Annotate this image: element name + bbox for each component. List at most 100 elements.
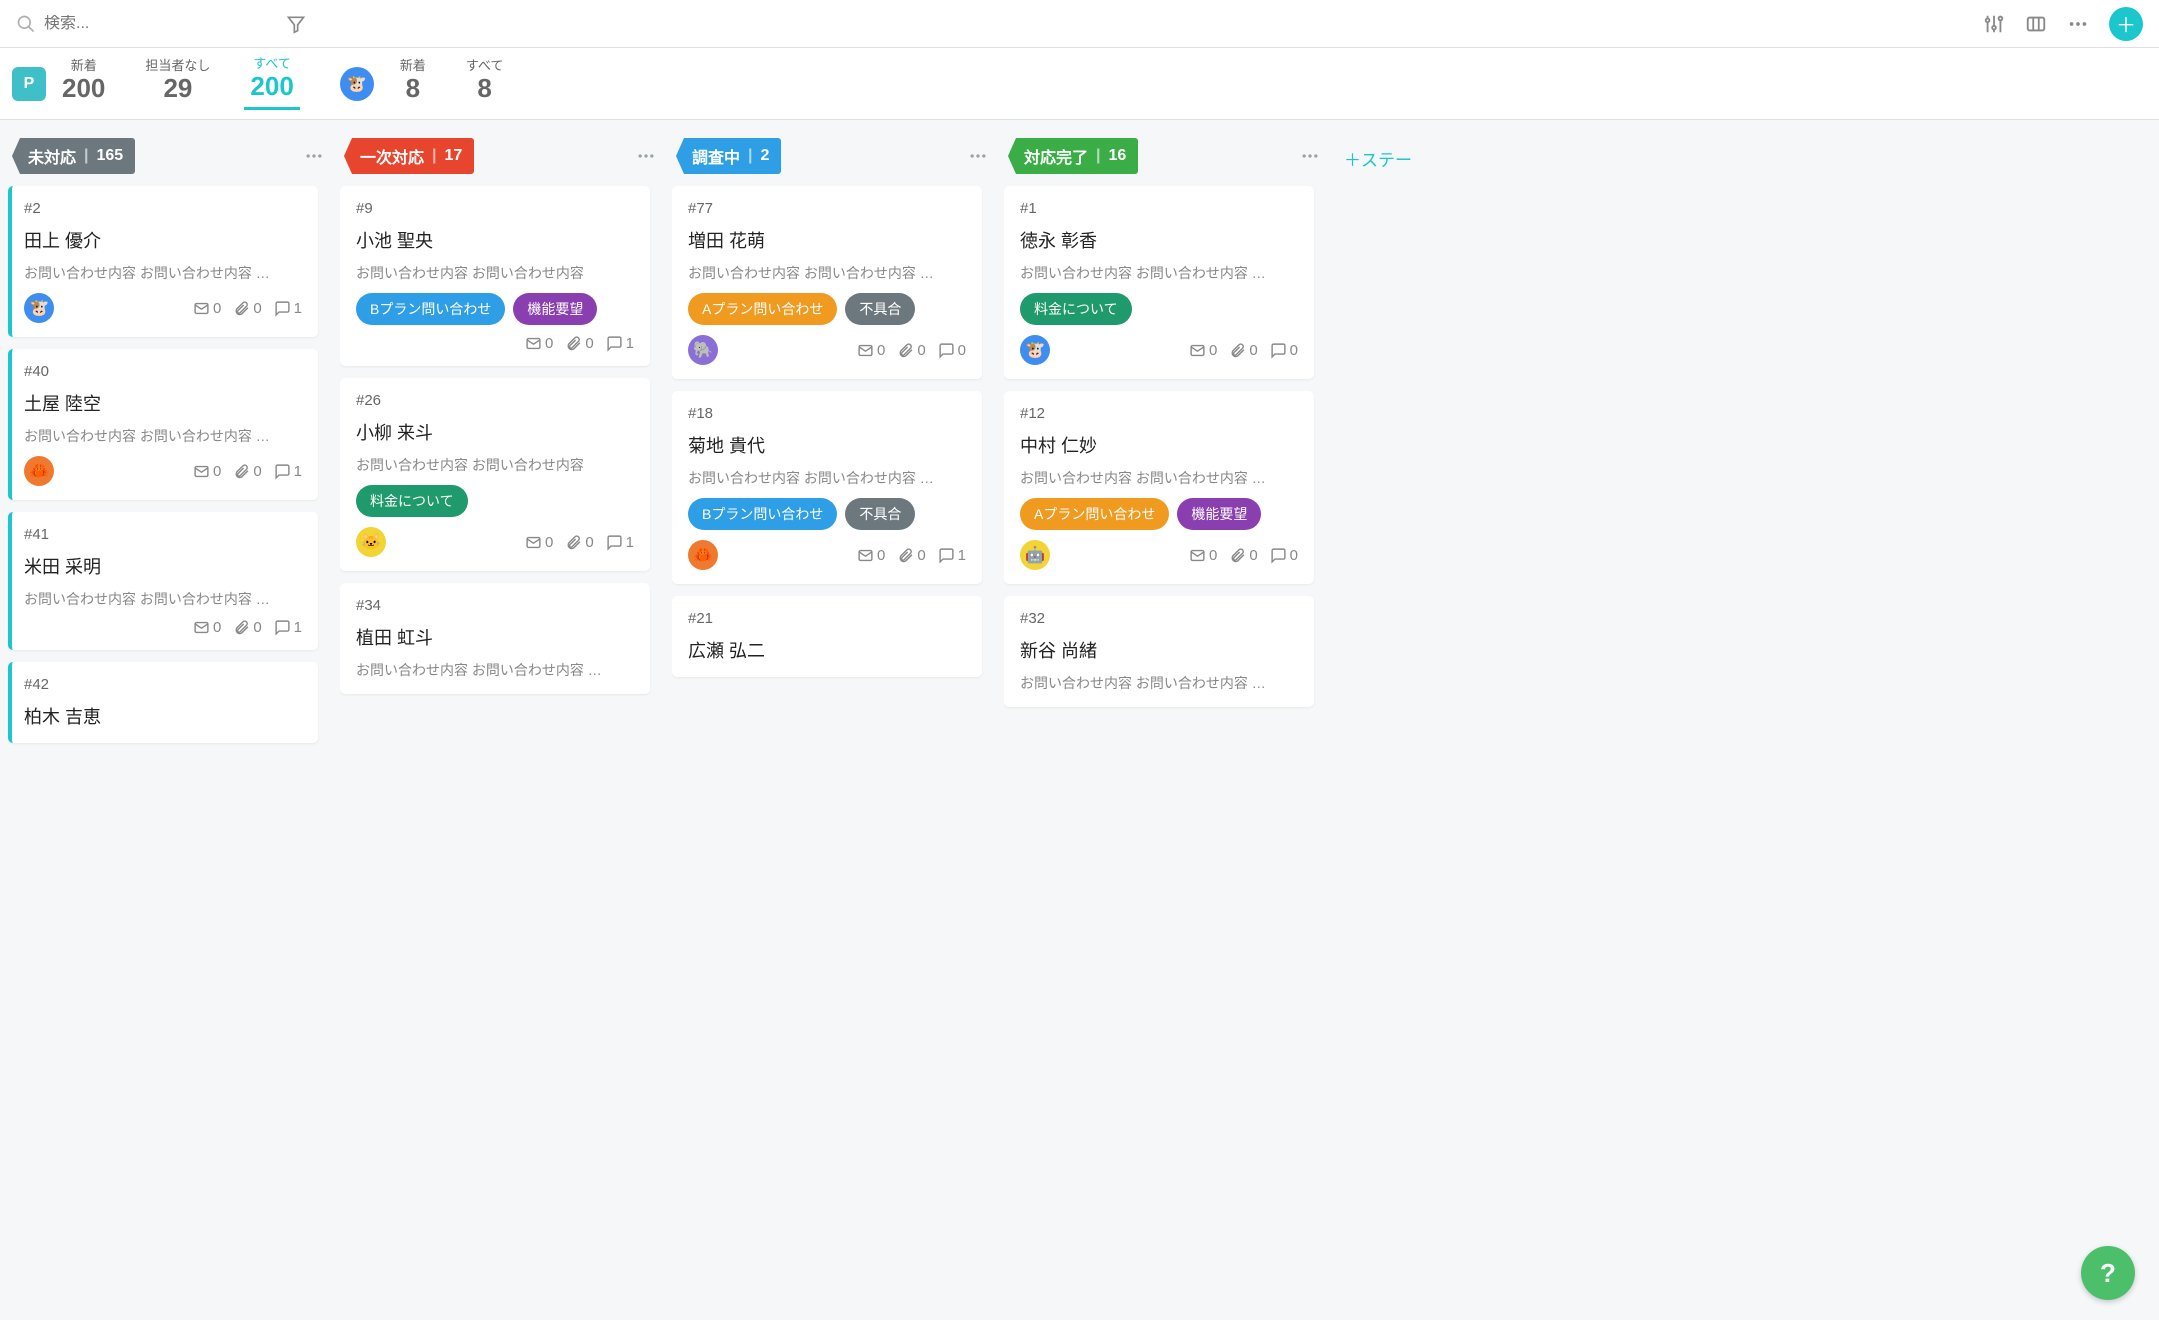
filter-tab[interactable]: すべて200 <box>244 53 299 110</box>
search-box[interactable] <box>16 14 256 34</box>
comment-icon <box>606 335 623 352</box>
attachment-count: 0 <box>565 534 593 551</box>
search-input[interactable] <box>44 15 224 33</box>
attachment-count: 0 <box>1229 547 1257 564</box>
topbar-actions: ＋ <box>1983 7 2143 41</box>
filter-tab[interactable]: すべて8 <box>460 55 510 109</box>
ticket-card[interactable]: #42柏木 吉恵 <box>8 662 318 743</box>
assignee-avatar[interactable]: 🐘 <box>688 335 718 365</box>
ticket-card[interactable]: #21広瀬 弘二 <box>672 596 982 677</box>
filter-tabs-bar: P 新着200 担当者なし29 すべて200 🐮 新着8 すべて8 <box>0 48 2159 120</box>
ticket-card[interactable]: #77増田 花萌お問い合わせ内容 お問い合わせ内容 …Aプラン問い合わせ不具合🐘… <box>672 186 982 379</box>
ticket-desc: お問い合わせ内容 お問い合わせ内容 … <box>688 468 966 488</box>
tag-chip[interactable]: Aプラン問い合わせ <box>1020 498 1169 530</box>
tab-label: 担当者なし <box>145 55 210 74</box>
card-stats: 001 <box>525 335 634 352</box>
sliders-icon[interactable] <box>1983 13 2005 35</box>
comment-count: 1 <box>606 534 634 551</box>
comment-count: 1 <box>274 619 302 636</box>
card-footer: 🐮 001 <box>24 293 302 323</box>
card-footer: 🐱001 <box>356 527 634 557</box>
tag-chip[interactable]: 料金について <box>356 485 468 517</box>
filter-tab[interactable]: 新着8 <box>394 55 432 109</box>
ticket-title: 菊地 貴代 <box>688 432 966 458</box>
stage-badge[interactable]: 一次対応|17 <box>344 138 474 174</box>
more-icon[interactable] <box>2067 13 2089 35</box>
column-menu-icon[interactable] <box>968 146 988 166</box>
tag-chip[interactable]: 不具合 <box>845 498 915 530</box>
ticket-card[interactable]: #26小柳 来斗お問い合わせ内容 お問い合わせ内容料金について🐱001 <box>340 378 650 571</box>
add-button[interactable]: ＋ <box>2109 7 2143 41</box>
column-header: 対応完了|16 <box>1004 132 1324 186</box>
attachment-icon <box>565 335 582 352</box>
ticket-card[interactable]: #18菊地 貴代お問い合わせ内容 お問い合わせ内容 …Bプラン問い合わせ不具合🦀… <box>672 391 982 584</box>
ticket-id: #21 <box>688 610 966 627</box>
mail-count: 0 <box>525 534 553 551</box>
ticket-desc: お問い合わせ内容 お問い合わせ内容 … <box>1020 468 1298 488</box>
ticket-card[interactable]: #9小池 聖央お問い合わせ内容 お問い合わせ内容Bプラン問い合わせ機能要望001 <box>340 186 650 366</box>
add-stage-button[interactable]: ＋ステー <box>1336 132 1420 1308</box>
ticket-desc: お問い合わせ内容 お問い合わせ内容 … <box>1020 263 1298 283</box>
attachment-count: 0 <box>233 300 261 317</box>
mail-icon <box>857 547 874 564</box>
ticket-card[interactable]: #40土屋 陸空お問い合わせ内容 お問い合わせ内容 …🦀001 <box>8 349 318 500</box>
tag-chip[interactable]: Bプラン問い合わせ <box>688 498 837 530</box>
assignee-avatar[interactable]: 🤖 <box>1020 540 1050 570</box>
assignee-avatar[interactable]: 🦀 <box>688 540 718 570</box>
attachment-icon <box>233 619 250 636</box>
help-button[interactable]: ? <box>2081 1246 2135 1300</box>
ticket-card[interactable]: #32新谷 尚緒お問い合わせ内容 お問い合わせ内容 … <box>1004 596 1314 707</box>
filter-tab[interactable]: 担当者なし29 <box>139 55 216 109</box>
assignee-avatar[interactable]: 🦀 <box>24 456 54 486</box>
card-stats: 001 <box>193 300 302 317</box>
kanban-board[interactable]: 未対応|165#2田上 優介お問い合わせ内容 お問い合わせ内容 …🐮001#40… <box>0 120 2159 1320</box>
filter-icon[interactable] <box>286 14 306 34</box>
board-view-icon[interactable] <box>2025 13 2047 35</box>
card-list[interactable]: #77増田 花萌お問い合わせ内容 お問い合わせ内容 …Aプラン問い合わせ不具合🐘… <box>672 186 992 697</box>
card-list[interactable]: #1徳永 彰香お問い合わせ内容 お問い合わせ内容 …料金について🐮000#12中… <box>1004 186 1324 727</box>
tag-list: Aプラン問い合わせ不具合 <box>688 293 966 325</box>
ticket-title: 小柳 来斗 <box>356 419 634 445</box>
ticket-title: 植田 虹斗 <box>356 624 634 650</box>
assignee-avatar[interactable]: 🐮 <box>24 293 54 323</box>
ticket-id: #2 <box>24 200 302 217</box>
tabgroup-icon[interactable]: P <box>12 67 46 101</box>
tag-list: Aプラン問い合わせ機能要望 <box>1020 498 1298 530</box>
comment-icon <box>274 300 291 317</box>
stage-badge[interactable]: 未対応|165 <box>12 138 135 174</box>
card-stats: 000 <box>1189 547 1298 564</box>
ticket-card[interactable]: #12中村 仁妙お問い合わせ内容 お問い合わせ内容 …Aプラン問い合わせ機能要望… <box>1004 391 1314 584</box>
ticket-card[interactable]: #1徳永 彰香お問い合わせ内容 お問い合わせ内容 …料金について🐮000 <box>1004 186 1314 379</box>
card-list[interactable]: #9小池 聖央お問い合わせ内容 お問い合わせ内容Bプラン問い合わせ機能要望001… <box>340 186 660 714</box>
tag-chip[interactable]: Bプラン問い合わせ <box>356 293 505 325</box>
tag-chip[interactable]: 料金について <box>1020 293 1132 325</box>
ticket-title: 増田 花萌 <box>688 227 966 253</box>
card-list[interactable]: #2田上 優介お問い合わせ内容 お問い合わせ内容 …🐮001#40土屋 陸空お問… <box>8 186 328 763</box>
stage-badge[interactable]: 対応完了|16 <box>1008 138 1138 174</box>
tag-chip[interactable]: 機能要望 <box>1177 498 1261 530</box>
column-menu-icon[interactable] <box>1300 146 1320 166</box>
stage-count: 17 <box>445 147 463 165</box>
ticket-card[interactable]: #41米田 采明お問い合わせ内容 お問い合わせ内容 …001 <box>8 512 318 650</box>
attachment-icon <box>1229 547 1246 564</box>
kanban-column: 対応完了|16#1徳永 彰香お問い合わせ内容 お問い合わせ内容 …料金について🐮… <box>1004 132 1324 1308</box>
ticket-card[interactable]: #2田上 優介お問い合わせ内容 お問い合わせ内容 …🐮001 <box>8 186 318 337</box>
stage-count: 2 <box>761 147 770 165</box>
ticket-title: 柏木 吉恵 <box>24 703 302 729</box>
filter-tab[interactable]: 新着200 <box>56 55 111 109</box>
ticket-card[interactable]: #34植田 虹斗お問い合わせ内容 お問い合わせ内容 … <box>340 583 650 694</box>
ticket-desc: お問い合わせ内容 お問い合わせ内容 … <box>356 660 634 680</box>
tabgroup-icon[interactable]: 🐮 <box>340 67 374 101</box>
column-menu-icon[interactable] <box>304 146 324 166</box>
assignee-avatar[interactable]: 🐮 <box>1020 335 1050 365</box>
comment-icon <box>606 534 623 551</box>
assignee-avatar[interactable]: 🐱 <box>356 527 386 557</box>
stage-badge[interactable]: 調査中|2 <box>676 138 781 174</box>
tag-chip[interactable]: Aプラン問い合わせ <box>688 293 837 325</box>
tab-label: 新着 <box>400 55 426 74</box>
tag-chip[interactable]: 不具合 <box>845 293 915 325</box>
tag-chip[interactable]: 機能要望 <box>513 293 597 325</box>
attachment-icon <box>565 534 582 551</box>
tab-count: 29 <box>145 74 210 103</box>
column-menu-icon[interactable] <box>636 146 656 166</box>
